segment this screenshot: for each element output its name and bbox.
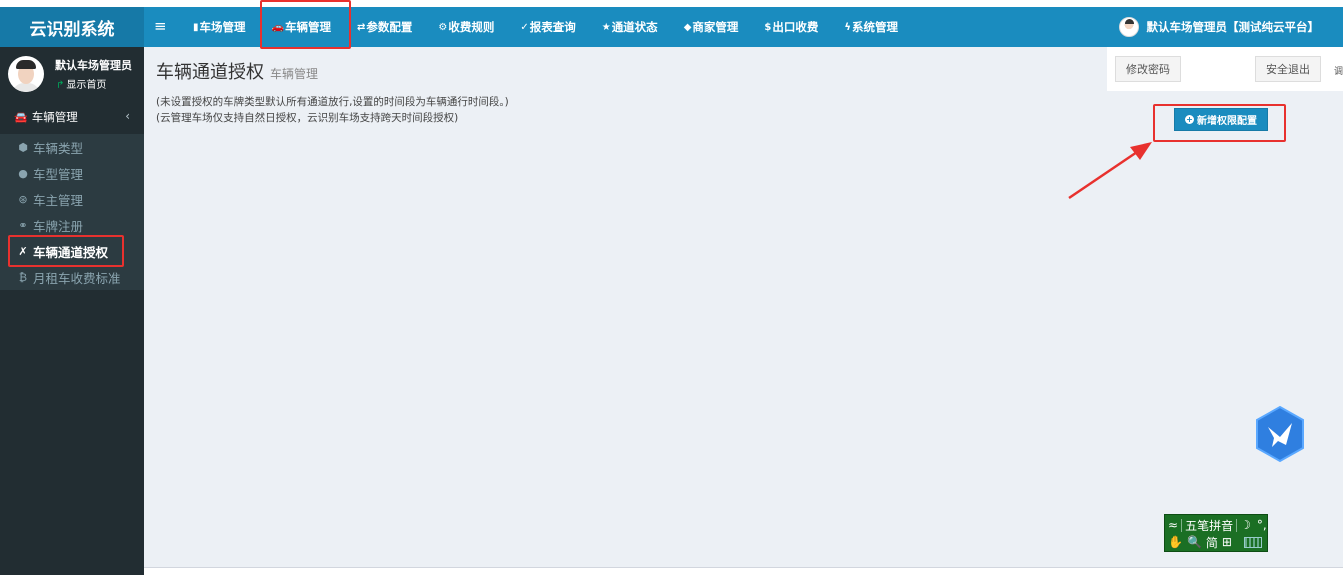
sidebar-item-vehicle-types[interactable]: ⬢ 车辆类型: [0, 134, 144, 160]
menu-toggle-icon[interactable]: ≡: [154, 17, 170, 35]
sidebar: 默认车场管理员 ↱ 显示首页 🚘 车辆管理 ‹ ⬢ 车辆类型 ● 车型管理 ⊛ 车主管理…: [0, 47, 144, 575]
ime-mode-label[interactable]: 五笔拼音: [1185, 517, 1233, 534]
page-title: 车辆通道授权 车辆管理: [156, 62, 319, 83]
moon-icon[interactable]: ☽: [1240, 518, 1251, 532]
nav-charging-rules[interactable]: ⚙ 收费规则: [425, 7, 507, 47]
chevron-left-icon: ‹: [125, 109, 130, 123]
user-menu-label: 默认车场管理员【测试纯云平台】: [1146, 20, 1320, 34]
menu-header-label: 车辆管理: [31, 110, 78, 124]
gear-icon: ⚙: [438, 21, 448, 33]
tag-icon: ◆: [683, 21, 692, 33]
annotation-highlight: [260, 0, 351, 49]
pie-icon: ●: [18, 166, 28, 180]
punctuation-icon[interactable]: °,: [1257, 518, 1267, 532]
avatar: [1118, 17, 1139, 37]
home-link[interactable]: ↱ 显示首页: [56, 76, 106, 91]
user-menu[interactable]: 默认车场管理员【测试纯云平台】: [1118, 7, 1320, 47]
annotation-highlight: [1153, 104, 1286, 142]
grid-icon[interactable]: ⊞: [1222, 535, 1232, 549]
sidebar-menu-vehicle-management[interactable]: 🚘 车辆管理 ‹: [0, 106, 144, 128]
keyboard-icon[interactable]: [1243, 536, 1262, 548]
bolt-icon: ϟ: [844, 21, 851, 33]
dollar-icon: $: [764, 21, 772, 33]
star-icon: ★: [601, 21, 611, 33]
avatar: [8, 56, 44, 92]
search-icon[interactable]: 🔍: [1187, 535, 1202, 549]
nav-channel-status[interactable]: ★ 通道状态: [589, 7, 671, 47]
car-icon: 🚘: [14, 110, 28, 124]
parking-icon: ▮: [193, 21, 199, 33]
ime-toolbar: ≈ 五笔拼音 ☽ °, ✋ 🔍 简 ⊞: [1164, 514, 1268, 552]
nav-parking-management[interactable]: ▮ 车场管理: [180, 7, 259, 47]
asterisk-icon: ⊛: [18, 192, 28, 206]
info-note: (云管理车场仅支持自然日授权，云识别车场支持跨天时间段授权): [156, 112, 459, 124]
exchange-icon: ⇄: [356, 21, 366, 33]
share-icon: ↱: [56, 80, 65, 91]
annotation-highlight: [8, 235, 124, 267]
nav-report-query[interactable]: ✓ 报表查询: [507, 7, 588, 47]
top-navbar: 云识别系统 ≡ ▮ 车场管理 🚗 车辆管理 ⇄ 参数配置 ⚙ 收费规则 ✓ 报表查询 ★ 通…: [0, 7, 1343, 47]
nav-system-management[interactable]: ϟ 系统管理: [831, 7, 911, 47]
cube-icon: ⬢: [18, 140, 28, 154]
truncated-label: 调: [1333, 67, 1343, 77]
cubes-icon: ⚭: [18, 218, 28, 232]
assistant-bird-icon[interactable]: [1254, 405, 1306, 463]
brand-logo[interactable]: 云识别系统: [0, 7, 144, 47]
user-panel: 默认车场管理员 ↱ 显示首页: [0, 47, 144, 99]
footer-divider: [144, 567, 1343, 568]
nav-parameter-config[interactable]: ⇄ 参数配置: [344, 7, 425, 47]
check-icon: ✓: [520, 21, 529, 33]
hand-icon[interactable]: ✋: [1168, 535, 1183, 549]
sidebar-item-vehicle-models[interactable]: ● 车型管理: [0, 160, 144, 186]
top-strip: [0, 0, 1343, 7]
logout-button[interactable]: 安全退出: [1255, 56, 1321, 82]
sidebar-item-monthly-fee-standard[interactable]: ₿ 月租车收费标准: [0, 264, 144, 290]
bitcoin-icon: ₿: [18, 270, 28, 284]
page-subtitle: 车辆管理: [270, 67, 319, 81]
nav-exit-charging[interactable]: $ 出口收费: [751, 7, 831, 47]
info-note: (未设置授权的车牌类型默认所有通道放行,设置的时间段为车辆通行时间段。): [156, 96, 509, 108]
change-password-button[interactable]: 修改密码: [1115, 56, 1181, 82]
user-dropdown: 修改密码 安全退出 调: [1107, 47, 1343, 91]
sidebar-item-owner-management[interactable]: ⊛ 车主管理: [0, 186, 144, 212]
annotation-arrow-icon: [1068, 142, 1152, 200]
collapse-icon[interactable]: ≈: [1168, 518, 1178, 532]
simplified-label[interactable]: 简: [1206, 534, 1218, 551]
nav-merchant-management[interactable]: ◆ 商家管理: [671, 7, 752, 47]
user-name: 默认车场管理员: [55, 59, 132, 72]
